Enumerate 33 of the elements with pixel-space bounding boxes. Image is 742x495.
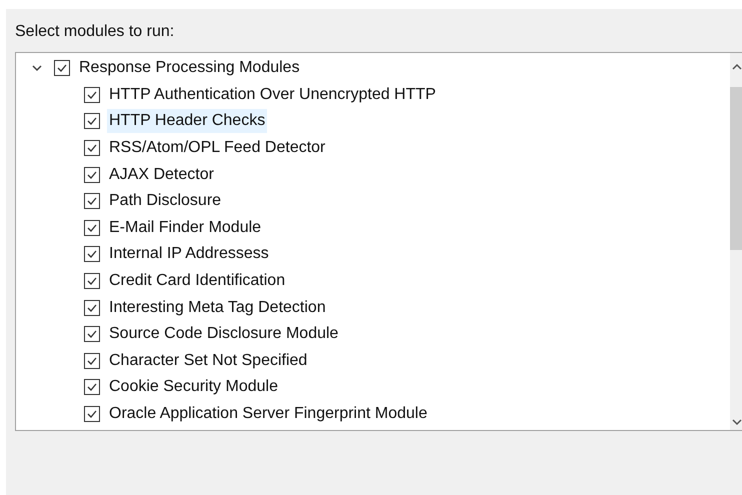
tree-item[interactable]: HTTP Header Checks bbox=[107, 109, 268, 134]
checkbox[interactable] bbox=[84, 246, 100, 262]
tree-item[interactable]: Cookie Security Module bbox=[107, 375, 280, 400]
tree-item[interactable]: Internal IP Addressess bbox=[107, 242, 271, 266]
tree-item[interactable]: Oracle Application Server Fingerprint Module bbox=[107, 402, 430, 426]
tree-item[interactable]: Source Code Disclosure Module bbox=[107, 322, 340, 346]
checkbox[interactable] bbox=[84, 220, 100, 236]
scroll-down-icon[interactable] bbox=[732, 418, 742, 426]
scrollbar-thumb[interactable] bbox=[730, 87, 742, 250]
checkbox[interactable] bbox=[84, 406, 100, 422]
tree-item[interactable]: Character Set Not Specified bbox=[107, 348, 310, 373]
checkbox[interactable] bbox=[84, 140, 100, 156]
scroll-up-icon[interactable] bbox=[732, 63, 742, 71]
checkbox[interactable] bbox=[54, 60, 70, 76]
tree-item[interactable]: Credit Card Identification bbox=[107, 269, 288, 294]
checkbox[interactable] bbox=[84, 273, 100, 290]
checkbox[interactable] bbox=[84, 86, 100, 103]
tree-item[interactable]: AJAX Detector bbox=[107, 162, 216, 187]
tree-item[interactable]: Response Processing Modules bbox=[77, 56, 302, 80]
checkbox[interactable] bbox=[84, 113, 100, 130]
prompt-label: Select modules to run: bbox=[15, 22, 174, 42]
checkbox[interactable] bbox=[84, 379, 100, 396]
tree-item[interactable]: Path Disclosure bbox=[107, 189, 224, 214]
checkbox[interactable] bbox=[84, 300, 100, 316]
checkbox[interactable] bbox=[84, 166, 100, 183]
tree-item[interactable]: HTTP Authentication Over Unencrypted HTTP bbox=[107, 82, 438, 107]
checkbox[interactable] bbox=[84, 326, 100, 342]
tree-item[interactable]: E-Mail Finder Module bbox=[107, 216, 264, 240]
checkbox[interactable] bbox=[84, 193, 100, 210]
scrollbar[interactable] bbox=[730, 53, 742, 430]
tree-item[interactable]: RSS/Atom/OPL Feed Detector bbox=[107, 136, 328, 160]
checkbox[interactable] bbox=[84, 352, 100, 369]
tree-item[interactable]: Interesting Meta Tag Detection bbox=[107, 296, 328, 320]
